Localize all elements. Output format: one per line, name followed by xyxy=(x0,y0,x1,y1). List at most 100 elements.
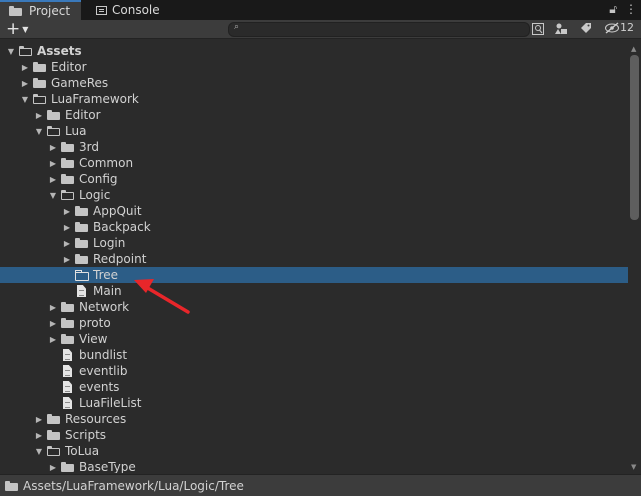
folder-icon xyxy=(60,157,76,169)
tree-item[interactable]: ▶ Editor xyxy=(0,107,628,123)
filter-by-type-icon[interactable] xyxy=(553,22,569,36)
collapsed-arrow-icon[interactable]: ▶ xyxy=(62,223,72,232)
tree-item-label: Tree xyxy=(93,268,119,282)
lua-file-icon xyxy=(60,365,76,377)
lua-file-icon xyxy=(60,381,76,393)
folder-icon xyxy=(46,109,62,121)
scrollbar-thumb[interactable] xyxy=(630,55,639,220)
tab-console[interactable]: Console xyxy=(88,0,178,20)
tree-item-label: LuaFileList xyxy=(79,396,142,410)
collapsed-arrow-icon[interactable]: ▶ xyxy=(34,431,44,440)
tree-item[interactable]: ▶ BaseType xyxy=(0,459,628,473)
tree-item[interactable]: ▶bundlist xyxy=(0,347,628,363)
tree-item[interactable]: ▶Main xyxy=(0,283,628,299)
folder-icon xyxy=(60,333,76,345)
tab-project[interactable]: Project xyxy=(0,0,81,20)
eye-slash-icon xyxy=(605,21,619,34)
tree-item[interactable]: ▶ View xyxy=(0,331,628,347)
expanded-arrow-icon[interactable]: ▼ xyxy=(34,447,44,456)
tree-item[interactable]: ▶ GameRes xyxy=(0,75,628,91)
collapsed-arrow-icon[interactable]: ▶ xyxy=(48,143,58,152)
collapsed-arrow-icon[interactable]: ▶ xyxy=(48,175,58,184)
tree-item-label: proto xyxy=(79,316,111,330)
collapsed-arrow-icon[interactable]: ▶ xyxy=(62,207,72,216)
expanded-arrow-icon[interactable]: ▼ xyxy=(6,47,16,56)
tree-item[interactable]: ▶ Network xyxy=(0,299,628,315)
folder-open-icon xyxy=(46,125,62,137)
selected-path: Assets/LuaFramework/Lua/Logic/Tree xyxy=(23,478,244,493)
hidden-count: 12 xyxy=(620,21,634,34)
collapsed-arrow-icon[interactable]: ▶ xyxy=(62,239,72,248)
console-icon xyxy=(96,5,107,15)
tree-item[interactable]: ▼ Lua xyxy=(0,123,628,139)
folder-icon xyxy=(60,461,76,473)
tree-item-label: Resources xyxy=(65,412,127,426)
tree-item[interactable]: ▶ AppQuit xyxy=(0,203,628,219)
expanded-arrow-icon[interactable]: ▼ xyxy=(34,127,44,136)
tree-item[interactable]: ▶ proto xyxy=(0,315,628,331)
tree-item[interactable]: ▶ 3rd xyxy=(0,139,628,155)
search-input[interactable]: ⌕ xyxy=(228,22,530,37)
project-tree: ▼ Assets ▶ Editor ▶ GameRes ▼ LuaFramework ▶ Edit… xyxy=(0,43,628,473)
folder-icon xyxy=(32,61,48,73)
tree-item[interactable]: ▶ Resources xyxy=(0,411,628,427)
folder-icon xyxy=(46,413,62,425)
collapsed-arrow-icon[interactable]: ▶ xyxy=(48,463,58,472)
lock-icon[interactable]: 🔓︎ xyxy=(609,2,617,17)
collapsed-arrow-icon[interactable]: ▶ xyxy=(48,159,58,168)
tree-item[interactable]: ▼ LuaFramework xyxy=(0,91,628,107)
tree-item[interactable]: ▶LuaFileList xyxy=(0,395,628,411)
empty-folder-icon xyxy=(74,269,90,281)
collapsed-arrow-icon[interactable]: ▶ xyxy=(34,111,44,120)
collapsed-arrow-icon[interactable]: ▶ xyxy=(34,415,44,424)
collapsed-arrow-icon[interactable]: ▶ xyxy=(62,255,72,264)
tree-item[interactable]: ▼ Assets xyxy=(0,43,628,59)
tab-project-label: Project xyxy=(29,4,71,18)
tree-item[interactable]: ▶ Common xyxy=(0,155,628,171)
tree-item[interactable]: ▶ Scripts xyxy=(0,427,628,443)
scroll-up-icon[interactable]: ▲ xyxy=(631,45,636,53)
tree-item-label: Editor xyxy=(65,108,101,122)
collapsed-arrow-icon[interactable]: ▶ xyxy=(48,335,58,344)
vertical-scrollbar[interactable]: ▲ ▼ xyxy=(628,43,641,473)
tree-item-label: Network xyxy=(79,300,130,314)
collapsed-arrow-icon[interactable]: ▶ xyxy=(20,63,30,72)
search-by-type-icon[interactable] xyxy=(530,22,546,36)
lua-file-icon xyxy=(60,349,76,361)
tree-item-label: 3rd xyxy=(79,140,99,154)
collapsed-arrow-icon[interactable]: ▶ xyxy=(20,79,30,88)
tree-item[interactable]: ▶ Config xyxy=(0,171,628,187)
folder-icon xyxy=(32,77,48,89)
add-button[interactable]: + ▼ xyxy=(6,19,28,39)
tree-item[interactable]: ▶ Backpack xyxy=(0,219,628,235)
folder-open-icon xyxy=(60,189,76,201)
tree-item[interactable]: ▶Tree xyxy=(0,267,628,283)
tree-item-label: Assets xyxy=(37,44,82,58)
filter-by-label-icon[interactable] xyxy=(578,22,594,36)
folder-icon xyxy=(60,301,76,313)
tree-item-label: eventlib xyxy=(79,364,128,378)
tree-item[interactable]: ▼ ToLua xyxy=(0,443,628,459)
project-toolbar: + ▼ ⌕ 12 xyxy=(0,19,641,39)
tree-item[interactable]: ▶ Editor xyxy=(0,59,628,75)
collapsed-arrow-icon[interactable]: ▶ xyxy=(48,303,58,312)
expanded-arrow-icon[interactable]: ▼ xyxy=(48,191,58,200)
tree-item[interactable]: ▶ Redpoint xyxy=(0,251,628,267)
expanded-arrow-icon[interactable]: ▼ xyxy=(20,95,30,104)
folder-icon xyxy=(4,480,20,492)
tree-item-label: Common xyxy=(79,156,134,170)
tree-item-label: events xyxy=(79,380,120,394)
collapsed-arrow-icon[interactable]: ▶ xyxy=(48,319,58,328)
tree-item[interactable]: ▶events xyxy=(0,379,628,395)
tree-item[interactable]: ▶eventlib xyxy=(0,363,628,379)
tree-item-label: Logic xyxy=(79,188,111,202)
tree-item-label: LuaFramework xyxy=(51,92,139,106)
tree-item-label: Redpoint xyxy=(93,252,147,266)
tree-item[interactable]: ▼ Logic xyxy=(0,187,628,203)
tree-item-label: Login xyxy=(93,236,126,250)
tree-item[interactable]: ▶ Login xyxy=(0,235,628,251)
hidden-packages-toggle[interactable]: 12 xyxy=(604,21,634,34)
folder-icon xyxy=(60,173,76,185)
scroll-down-icon[interactable]: ▼ xyxy=(631,463,636,471)
menu-icon[interactable]: ⋮ xyxy=(625,2,637,17)
